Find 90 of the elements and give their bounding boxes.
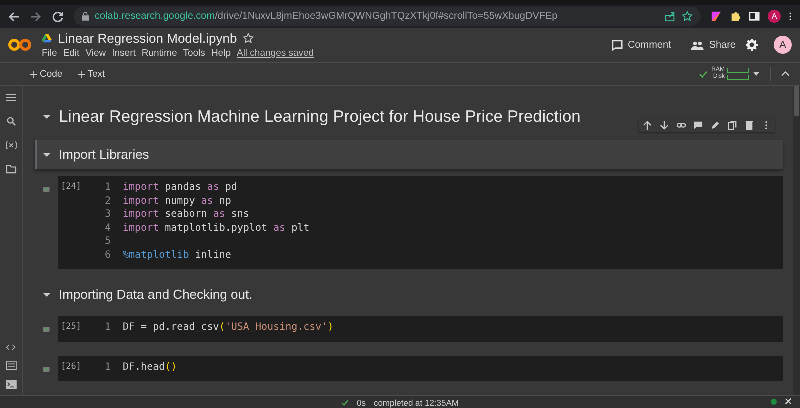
code-editor[interactable]: [25] 1 DF = pd.read_csv('USA_Housing.csv') bbox=[58, 316, 783, 342]
status-message: completed at 12:35AM bbox=[374, 398, 460, 408]
line-number: 3 bbox=[104, 208, 111, 222]
code-editor[interactable]: [26] 1 DF.head() bbox=[58, 356, 783, 381]
plus-icon bbox=[78, 70, 85, 78]
collapse-caret-icon[interactable] bbox=[43, 292, 51, 296]
connection-status-icon bbox=[771, 398, 777, 404]
back-icon[interactable] bbox=[8, 10, 20, 22]
section-heading: Import Libraries bbox=[59, 147, 150, 162]
line-number: 1 bbox=[104, 360, 111, 374]
settings-icon[interactable] bbox=[746, 39, 758, 51]
run-status-icon[interactable] bbox=[43, 366, 50, 372]
link-icon[interactable] bbox=[677, 121, 686, 130]
more-icon[interactable] bbox=[789, 11, 792, 22]
folder-icon[interactable] bbox=[6, 165, 16, 174]
code-editor[interactable]: [24] 1 2 3 4 5 6 import pandas as pd import numpy as np import seaborn as sns import matplotlib.pyplot as plt %matplotlib inline bbox=[58, 176, 783, 269]
scrollbar[interactable] bbox=[793, 86, 800, 395]
run-status-icon[interactable] bbox=[43, 187, 50, 192]
text-cell[interactable]: Linear Regression Machine Learning Project for House Price Prediction bbox=[35, 98, 783, 136]
line-number: 2 bbox=[104, 194, 111, 208]
check-icon bbox=[340, 400, 349, 406]
comment-icon[interactable] bbox=[694, 121, 703, 130]
side-panel-icon[interactable] bbox=[749, 11, 760, 22]
line-number: 1 bbox=[104, 321, 111, 334]
menu-item[interactable]: View bbox=[86, 48, 106, 59]
code-brackets-icon[interactable] bbox=[6, 344, 16, 351]
copy-icon[interactable] bbox=[728, 121, 737, 130]
run-duration: 0s bbox=[356, 398, 366, 408]
profile-avatar[interactable]: A bbox=[768, 10, 781, 23]
colab-logo-icon[interactable] bbox=[8, 38, 32, 52]
drive-icon bbox=[42, 34, 52, 43]
collapse-caret-icon[interactable] bbox=[43, 115, 51, 119]
terminal-list-icon[interactable] bbox=[6, 361, 16, 370]
add-code-button[interactable]: Code bbox=[25, 68, 68, 80]
forward-icon[interactable] bbox=[30, 10, 42, 22]
move-up-icon[interactable] bbox=[643, 121, 652, 130]
close-icon[interactable] bbox=[785, 398, 792, 405]
text-cell[interactable]: Importing Data and Checking out. bbox=[35, 280, 783, 309]
trash-icon[interactable] bbox=[745, 121, 754, 130]
notebook-title[interactable]: Linear Regression Model.ipynb bbox=[58, 31, 238, 46]
code-line: import pandas as pd bbox=[123, 181, 238, 194]
star-icon[interactable] bbox=[243, 33, 254, 44]
search-icon[interactable] bbox=[6, 117, 16, 126]
puzzle-icon[interactable] bbox=[730, 11, 741, 22]
menu-item[interactable]: Help bbox=[211, 48, 231, 59]
execution-count: [25] bbox=[60, 321, 82, 334]
execution-count: [26] bbox=[60, 360, 82, 374]
menu-item[interactable]: File bbox=[42, 48, 58, 59]
address-bar[interactable]: colab.research.google.com/drive/1NuxvL8jmEhoe3wGMrQWNGghTQzXTkj0f#scrollTo=55wXbugDVFEp bbox=[74, 7, 701, 26]
menu-item[interactable]: Edit bbox=[63, 48, 80, 59]
menu-item[interactable]: Insert bbox=[112, 48, 136, 59]
collapse-caret-icon[interactable] bbox=[781, 71, 790, 77]
menu-item[interactable]: Tools bbox=[183, 48, 206, 59]
menu-item[interactable]: Runtime bbox=[142, 48, 178, 59]
line-number: 4 bbox=[104, 222, 111, 235]
line-number: 6 bbox=[104, 248, 111, 262]
code-line: import numpy as np bbox=[123, 194, 232, 208]
comment-button[interactable]: Comment bbox=[612, 40, 672, 50]
pencil-icon[interactable] bbox=[711, 121, 720, 130]
variables-icon[interactable] bbox=[4, 141, 18, 150]
user-avatar[interactable]: A bbox=[774, 36, 792, 54]
dropdown-caret-icon[interactable] bbox=[753, 72, 760, 76]
move-down-icon[interactable] bbox=[660, 121, 669, 130]
plus-icon bbox=[30, 70, 37, 78]
notebook-heading: Linear Regression Machine Learning Project for House Price Prediction bbox=[59, 108, 581, 126]
reload-icon[interactable] bbox=[52, 10, 64, 22]
run-status-icon[interactable] bbox=[43, 327, 50, 332]
selected-section-cell[interactable]: Import Libraries bbox=[35, 140, 783, 169]
line-number: 5 bbox=[104, 235, 111, 248]
extension-logo-icon[interactable] bbox=[711, 11, 722, 22]
terminal-icon[interactable] bbox=[6, 380, 16, 389]
collapse-caret-icon[interactable] bbox=[43, 152, 51, 156]
code-line: import matplotlib.pyplot as plt bbox=[123, 222, 310, 235]
line-number: 1 bbox=[104, 181, 111, 194]
url-text: colab.research.google.com/drive/1NuxvL8jmEhoe3wGMrQWNGghTQzXTkj0f#scrollTo=55wXbugDVFEp bbox=[95, 11, 558, 22]
lock-icon bbox=[82, 12, 89, 21]
add-text-button[interactable]: Text bbox=[72, 68, 110, 80]
save-status-link[interactable]: All changes saved bbox=[236, 48, 314, 59]
code-line: %matplotlib inline bbox=[123, 248, 232, 262]
section-heading: Importing Data and Checking out. bbox=[59, 287, 253, 302]
code-line: DF = pd.read_csv('USA_Housing.csv') bbox=[123, 321, 334, 334]
code-line: DF.head() bbox=[123, 360, 178, 374]
people-icon bbox=[691, 40, 704, 50]
share-button[interactable]: Share bbox=[691, 40, 736, 50]
comment-icon bbox=[612, 40, 623, 50]
code-line: import seaborn as sns bbox=[123, 208, 250, 222]
star-icon[interactable] bbox=[682, 11, 693, 22]
execution-count: [24] bbox=[60, 181, 82, 194]
share-icon[interactable] bbox=[665, 11, 676, 22]
menu-icon[interactable] bbox=[6, 94, 16, 102]
